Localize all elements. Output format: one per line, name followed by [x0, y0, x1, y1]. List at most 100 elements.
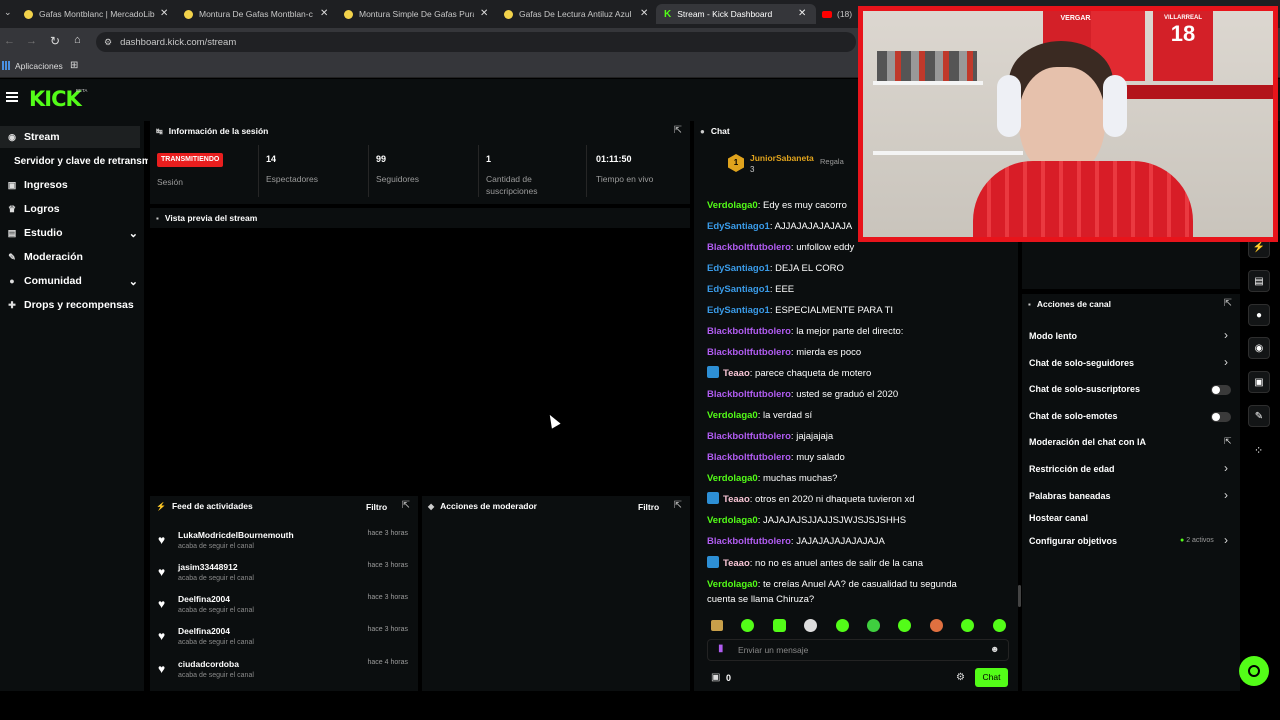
chat-scrollbar[interactable]: [1018, 585, 1021, 607]
chat-username[interactable]: Verdolaga0: [707, 579, 758, 590]
chat-username[interactable]: Teaao: [723, 494, 750, 505]
chat-username[interactable]: Verdolaga0: [707, 410, 758, 421]
home-icon[interactable]: ⌂: [74, 34, 81, 46]
emote-icon[interactable]: [773, 619, 786, 632]
site-info-icon[interactable]: ⚙: [104, 37, 112, 48]
forward-icon[interactable]: →: [26, 35, 37, 47]
close-icon[interactable]: ✕: [798, 8, 806, 19]
url-field[interactable]: ⚙ dashboard.kick.com/stream: [96, 32, 856, 52]
help-chat-button[interactable]: [1239, 656, 1269, 686]
grid-icon[interactable]: ⊞: [70, 60, 78, 71]
emote-icon[interactable]: [867, 619, 880, 632]
chat-input[interactable]: ▮ Enviar un mensaje ☻: [707, 639, 1009, 661]
chat-username[interactable]: EdySantiago1: [707, 284, 770, 295]
sidebar-item-server-key[interactable]: Servidor y clave de retransm: [14, 150, 148, 172]
wrench-icon[interactable]: ✎: [1248, 405, 1270, 427]
sidebar-item-comunidad[interactable]: ● Comunidad ⌄: [6, 270, 138, 292]
solo-emotes-toggle[interactable]: [1211, 412, 1231, 422]
chat-bubble-icon[interactable]: ●: [1248, 304, 1270, 326]
broadcast-icon[interactable]: ◉: [1248, 337, 1270, 359]
sidebar-item-drops[interactable]: ✚ Drops y recompensas: [6, 294, 134, 316]
chat-username[interactable]: Blackboltfutbolero: [707, 347, 791, 358]
channel-action-solo-emotes[interactable]: Chat de solo-emotes: [1029, 408, 1118, 424]
tab-youtube[interactable]: (18): [822, 4, 862, 24]
sidebar-item-estudio[interactable]: ▤ Estudio ⌄: [6, 222, 138, 244]
chat-username[interactable]: Blackboltfutbolero: [707, 536, 791, 547]
list-item[interactable]: ♥ Deelfina2004 acaba de seguir el canal hac…: [150, 594, 412, 626]
chat-username[interactable]: Verdolaga0: [707, 473, 758, 484]
emote-icon[interactable]: [961, 619, 974, 632]
feed-filter-button[interactable]: Filtro: [366, 502, 387, 512]
popout-icon[interactable]: ⇱: [674, 500, 682, 511]
channel-action-moderacion-ia[interactable]: Moderación del chat con IA: [1029, 434, 1146, 450]
chat-username[interactable]: Verdolaga0: [707, 200, 758, 211]
emote-icon[interactable]: [930, 619, 943, 632]
points-icon[interactable]: ▣: [711, 672, 720, 683]
chat-username[interactable]: EdySantiago1: [707, 305, 770, 316]
external-link-icon[interactable]: ⇱: [1224, 436, 1232, 447]
emoji-icon[interactable]: ☻: [990, 644, 999, 654]
reload-icon[interactable]: ↻: [50, 34, 60, 48]
emote-icon[interactable]: [993, 619, 1006, 632]
chat-username[interactable]: Teaao: [723, 368, 750, 379]
list-item[interactable]: ♥ ciudadcordoba acaba de seguir el canal ha…: [150, 659, 412, 691]
tab-search-icon[interactable]: ⌄: [4, 7, 12, 18]
chevron-right-icon[interactable]: ›: [1224, 533, 1228, 547]
chat-username[interactable]: Blackboltfutbolero: [707, 326, 791, 337]
chevron-right-icon[interactable]: ›: [1224, 328, 1228, 342]
sidebar-item-stream[interactable]: ◉ Stream: [6, 126, 60, 148]
channel-action-hostear-canal[interactable]: Hostear canal: [1029, 510, 1088, 526]
solo-suscriptores-toggle[interactable]: [1211, 385, 1231, 395]
mod-filter-button[interactable]: Filtro: [638, 502, 659, 512]
channel-action-restriccion-edad[interactable]: Restricción de edad: [1029, 461, 1115, 477]
popout-icon[interactable]: ⇱: [1224, 298, 1232, 309]
chat-username[interactable]: EdySantiago1: [707, 263, 770, 274]
channel-action-configurar-objetivos[interactable]: Configurar objetivos: [1029, 533, 1117, 549]
emote-icon[interactable]: [836, 619, 849, 632]
emote-icon[interactable]: [741, 619, 754, 632]
channel-action-solo-seguidores[interactable]: Chat de solo-seguidores: [1029, 355, 1134, 371]
clipboard-icon[interactable]: ▤: [1248, 270, 1270, 292]
emote-menu-icon[interactable]: [711, 620, 723, 631]
popout-icon[interactable]: ⇱: [674, 125, 682, 136]
list-item[interactable]: ♥ Deelfina2004 acaba de seguir el canal hac…: [150, 626, 412, 658]
emote-icon[interactable]: [804, 619, 817, 632]
chevron-right-icon[interactable]: ›: [1224, 461, 1228, 475]
more-icon[interactable]: ⁘: [1254, 444, 1263, 457]
tab-montura-simple[interactable]: Montura Simple De Gafas Pura: [344, 4, 474, 24]
kick-logo[interactable]: KICK: [29, 87, 82, 111]
close-icon[interactable]: ✕: [640, 8, 648, 19]
send-chat-button[interactable]: Chat: [975, 668, 1008, 687]
chevron-right-icon[interactable]: ›: [1224, 488, 1228, 502]
popout-icon[interactable]: ⇱: [402, 500, 410, 511]
chat-username[interactable]: Verdolaga0: [707, 515, 758, 526]
channel-action-modo-lento[interactable]: Modo lento: [1029, 328, 1077, 344]
emote-icon[interactable]: [898, 619, 911, 632]
archive-icon[interactable]: ▣: [1248, 371, 1270, 393]
close-icon[interactable]: ✕: [320, 8, 328, 19]
sidebar-item-moderacion[interactable]: ✎ Moderación: [6, 246, 83, 268]
tab-kick-dashboard[interactable]: K Stream - Kick Dashboard: [656, 4, 816, 24]
mic-icon[interactable]: ▮: [718, 643, 724, 654]
tab-mercadolibre[interactable]: Gafas Montblanc | MercadoLib✕: [24, 4, 174, 24]
chevron-right-icon[interactable]: ›: [1224, 355, 1228, 369]
apps-grid-icon[interactable]: [2, 61, 11, 70]
list-item[interactable]: ♥ jasim33448912 acaba de seguir el canal ha…: [150, 562, 412, 594]
close-icon[interactable]: ✕: [480, 8, 488, 19]
back-icon[interactable]: ←: [4, 35, 15, 47]
hamburger-menu-icon[interactable]: [6, 92, 18, 102]
chat-username[interactable]: Blackboltfutbolero: [707, 242, 791, 253]
chat-username[interactable]: Teaao: [723, 558, 750, 569]
chat-username[interactable]: Blackboltfutbolero: [707, 389, 791, 400]
chat-username[interactable]: EdySantiago1: [707, 221, 770, 232]
bookmark-aplicaciones[interactable]: Aplicaciones: [15, 61, 63, 71]
chat-username[interactable]: Blackboltfutbolero: [707, 431, 791, 442]
tab-montura-montblanc[interactable]: Montura De Gafas Montblan-c: [184, 4, 334, 24]
chat-username[interactable]: Blackboltfutbolero: [707, 452, 791, 463]
sidebar-item-logros[interactable]: ♛ Logros: [6, 198, 60, 220]
sidebar-item-ingresos[interactable]: ▣ Ingresos: [6, 174, 68, 196]
channel-action-solo-suscriptores[interactable]: Chat de solo-suscriptores: [1029, 381, 1140, 397]
tab-gafas-lectura[interactable]: Gafas De Lectura Antiluz Azul C: [504, 4, 632, 24]
channel-action-palabras-baneadas[interactable]: Palabras baneadas: [1029, 488, 1111, 504]
list-item[interactable]: ♥ LukaModricdelBournemouth acaba de seguir…: [150, 530, 412, 562]
